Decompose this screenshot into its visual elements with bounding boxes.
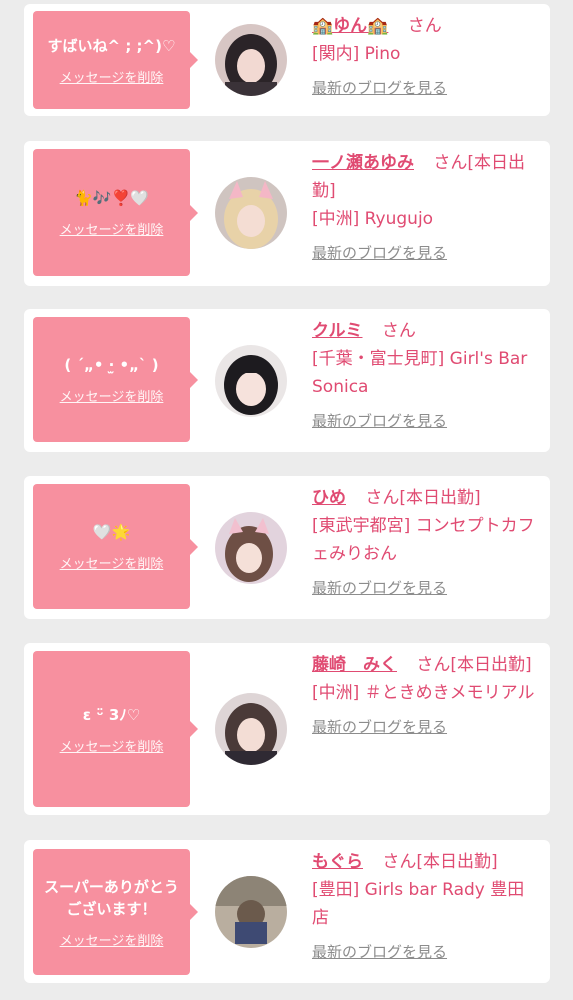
avatar-photo bbox=[215, 512, 287, 584]
message-bubble: すばいね^ ; ;^)♡ メッセージを削除 bbox=[33, 11, 190, 109]
cast-name-link[interactable]: ひめ bbox=[312, 488, 346, 508]
message-text: スーパーありがとうございます！ bbox=[44, 877, 179, 918]
cast-honorific: さん bbox=[381, 321, 416, 341]
avatar[interactable] bbox=[215, 345, 287, 417]
avatar-photo bbox=[215, 876, 287, 948]
message-bubble: 🤍🌟 メッセージを削除 bbox=[33, 484, 190, 609]
list-item: すばいね^ ; ;^)♡ メッセージを削除 🏫ゆん🏫 さん [関内] Pino … bbox=[24, 4, 550, 116]
message-bubble: スーパーありがとうございます！ メッセージを削除 bbox=[33, 849, 190, 975]
cast-name-link[interactable]: クルミ bbox=[312, 321, 363, 341]
cast-name-link[interactable]: もぐら bbox=[312, 852, 363, 872]
avatar[interactable] bbox=[215, 512, 287, 584]
latest-blog-link[interactable]: 最新のブログを見る bbox=[312, 938, 537, 966]
cast-name-link[interactable]: 🏫ゆん🏫 bbox=[312, 16, 388, 36]
message-bubble: ( ´„• ·̫ •„` ) メッセージを削除 bbox=[33, 317, 190, 442]
message-text: すばいね^ ; ;^)♡ bbox=[47, 36, 176, 55]
shop-label: [東武宇都宮] コンセプトカフェみりおん bbox=[312, 516, 535, 564]
list-item: スーパーありがとうございます！ メッセージを削除 もぐら さん[本日出勤] [豊… bbox=[24, 840, 550, 983]
avatar-photo bbox=[215, 177, 287, 249]
message-bubble: ɛ ᵕ̈ 3ﾉ♡ メッセージを削除 bbox=[33, 651, 190, 807]
avatar[interactable] bbox=[215, 693, 287, 765]
latest-blog-link[interactable]: 最新のブログを見る bbox=[312, 713, 537, 741]
cast-info: もぐら さん[本日出勤] [豊田] Girls bar Rady 豊田店 最新の… bbox=[312, 848, 537, 966]
avatar[interactable] bbox=[215, 876, 287, 948]
message-bubble: 🐈🎶❣️🤍 メッセージを削除 bbox=[33, 149, 190, 276]
delete-message-link[interactable]: メッセージを削除 bbox=[60, 219, 164, 238]
list-item: 🐈🎶❣️🤍 メッセージを削除 一ノ瀬あゆみ さん[本日出勤] [中洲] Ryug… bbox=[24, 141, 550, 286]
list-item: 🤍🌟 メッセージを削除 ひめ さん[本日出勤] [東武宇都宮] コンセプトカフェ… bbox=[24, 476, 550, 619]
message-text: 🤍🌟 bbox=[92, 523, 131, 541]
shop-label: [中洲] ＃ときめきメモリアル bbox=[312, 683, 535, 703]
avatar-photo bbox=[215, 24, 287, 96]
delete-message-link[interactable]: メッセージを削除 bbox=[60, 386, 164, 405]
cast-honorific: さん[本日出勤] bbox=[365, 488, 481, 508]
cast-name-link[interactable]: 一ノ瀬あゆみ bbox=[312, 153, 414, 173]
avatar-photo bbox=[215, 345, 287, 417]
message-text: ( ´„• ·̫ •„` ) bbox=[64, 356, 159, 374]
list-item: ɛ ᵕ̈ 3ﾉ♡ メッセージを削除 藤崎 みく さん[本日出勤] [中洲] ＃と… bbox=[24, 643, 550, 815]
delete-message-link[interactable]: メッセージを削除 bbox=[60, 553, 164, 572]
cast-honorific: さん[本日出勤] bbox=[416, 655, 532, 675]
list-item: ( ´„• ·̫ •„` ) メッセージを削除 クルミ さん [千葉・富士見町]… bbox=[24, 309, 550, 452]
cast-info: ひめ さん[本日出勤] [東武宇都宮] コンセプトカフェみりおん 最新のブログを… bbox=[312, 484, 537, 602]
message-text: ɛ ᵕ̈ 3ﾉ♡ bbox=[82, 705, 141, 724]
cast-honorific: さん bbox=[407, 16, 442, 36]
cast-info: 一ノ瀬あゆみ さん[本日出勤] [中洲] Ryugujo 最新のブログを見る bbox=[312, 149, 537, 267]
latest-blog-link[interactable]: 最新のブログを見る bbox=[312, 239, 537, 267]
avatar-photo bbox=[215, 693, 287, 765]
cast-info: 藤崎 みく さん[本日出勤] [中洲] ＃ときめきメモリアル 最新のブログを見る bbox=[312, 651, 537, 741]
message-text: 🐈🎶❣️🤍 bbox=[74, 189, 149, 207]
cast-info: クルミ さん [千葉・富士見町] Girl's Bar Sonica 最新のブロ… bbox=[312, 317, 537, 435]
message-list: すばいね^ ; ;^)♡ メッセージを削除 🏫ゆん🏫 さん [関内] Pino … bbox=[0, 0, 573, 1000]
delete-message-link[interactable]: メッセージを削除 bbox=[60, 930, 164, 949]
latest-blog-link[interactable]: 最新のブログを見る bbox=[312, 574, 537, 602]
cast-honorific: さん[本日出勤] bbox=[382, 852, 498, 872]
shop-label: [関内] Pino bbox=[312, 44, 401, 64]
latest-blog-link[interactable]: 最新のブログを見る bbox=[312, 407, 537, 435]
shop-label: [千葉・富士見町] Girl's Bar Sonica bbox=[312, 349, 528, 397]
shop-label: [豊田] Girls bar Rady 豊田店 bbox=[312, 880, 525, 928]
avatar[interactable] bbox=[215, 24, 287, 96]
cast-info: 🏫ゆん🏫 さん [関内] Pino 最新のブログを見る bbox=[312, 12, 537, 102]
delete-message-link[interactable]: メッセージを削除 bbox=[60, 67, 164, 86]
shop-label: [中洲] Ryugujo bbox=[312, 209, 434, 229]
cast-name-link[interactable]: 藤崎 みく bbox=[312, 655, 397, 675]
latest-blog-link[interactable]: 最新のブログを見る bbox=[312, 74, 537, 102]
avatar[interactable] bbox=[215, 177, 287, 249]
delete-message-link[interactable]: メッセージを削除 bbox=[60, 736, 164, 755]
